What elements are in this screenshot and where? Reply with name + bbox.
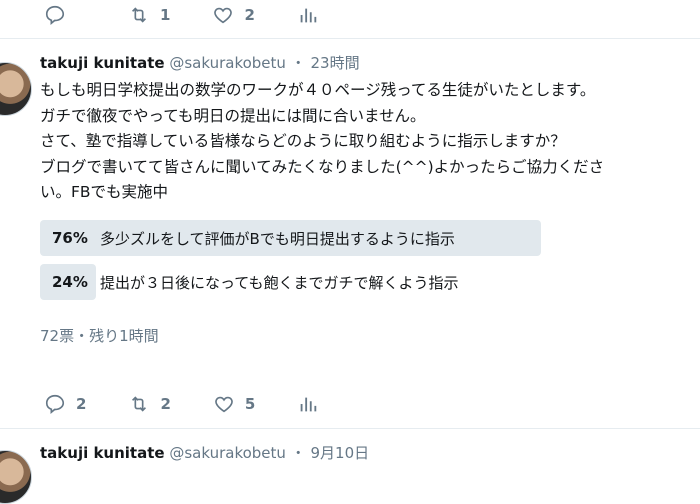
tweet-actions: 2 2 5 xyxy=(44,389,361,419)
divider xyxy=(0,428,700,429)
tweet-text-line: さて、塾で指導している皆様ならどのように取り組むように指示しますか？ xyxy=(40,132,566,150)
tweet-text-line: もしも明日学校提出の数学のワークが４０ページ残ってる生徒がいたとします。 xyxy=(40,81,596,99)
retweet-count: 1 xyxy=(160,6,171,24)
poll-option-text: 多少ズルをして評価がBでも明日提出するように指示 xyxy=(100,229,455,248)
like-count: 2 xyxy=(244,6,255,24)
tweet-header: takuji kunitate @sakurakobetu ・ 9月10日 xyxy=(40,442,369,463)
like-icon xyxy=(214,7,233,24)
analytics-button[interactable] xyxy=(297,4,319,26)
poll-option: 24% 提出が３日後になっても飽くまでガチで解くよう指示 xyxy=(40,264,588,300)
poll-option-text: 提出が３日後になっても飽くまでガチで解くよう指示 xyxy=(100,273,459,292)
divider xyxy=(0,38,700,39)
separator: ・ xyxy=(290,54,306,72)
reply-icon xyxy=(45,394,65,415)
like-count: 5 xyxy=(244,395,256,413)
timestamp[interactable]: 9月10日 xyxy=(311,444,370,462)
tweet-text-line: い。FBでも実施中 xyxy=(40,183,169,201)
reply-button[interactable] xyxy=(44,4,86,26)
avatar[interactable] xyxy=(0,62,32,116)
user-handle[interactable]: @sakurakobetu xyxy=(169,54,286,72)
retweet-button[interactable]: 1 xyxy=(128,4,170,26)
poll-percent: 24% xyxy=(52,273,88,291)
like-button[interactable]: 2 xyxy=(212,4,255,26)
retweet-icon xyxy=(132,396,147,412)
tweet-header: takuji kunitate @sakurakobetu ・ 23時間 xyxy=(40,52,360,73)
tweet-text-line: ブログで書いてて皆さんに聞いてみたくなりました(^^)よかったらご協力くださ xyxy=(40,157,605,176)
poll-option: 76% 多少ズルをして評価がBでも明日提出するように指示 xyxy=(40,220,588,256)
tweet-text-line: ガチで徹夜でやっても明日の提出には間に合いません。 xyxy=(40,106,426,125)
like-button[interactable]: 5 xyxy=(213,393,255,415)
analytics-icon xyxy=(300,8,317,23)
reply-icon xyxy=(45,5,65,26)
retweet-button[interactable]: 2 xyxy=(128,393,171,415)
avatar[interactable] xyxy=(0,450,32,504)
timestamp[interactable]: 23時間 xyxy=(311,54,360,72)
like-icon xyxy=(215,396,233,413)
reply-count: 2 xyxy=(76,395,87,413)
retweet-count: 2 xyxy=(160,395,171,413)
user-handle[interactable]: @sakurakobetu xyxy=(169,444,286,462)
analytics-icon xyxy=(300,397,317,412)
separator: ・ xyxy=(290,444,306,462)
tweet-text: もしも明日学校提出の数学のワークが４０ページ残ってる生徒がいたとします。 ガチで… xyxy=(40,78,690,206)
poll-percent: 76% xyxy=(52,229,88,247)
display-name[interactable]: takuji kunitate xyxy=(40,444,165,462)
poll-meta: 72票・残り1時間 xyxy=(40,327,159,345)
top-tweet-actions: 1 2 xyxy=(44,0,361,30)
retweet-icon xyxy=(131,7,147,23)
display-name[interactable]: takuji kunitate xyxy=(40,54,165,72)
analytics-button[interactable] xyxy=(297,393,319,415)
reply-button[interactable]: 2 xyxy=(44,393,86,415)
